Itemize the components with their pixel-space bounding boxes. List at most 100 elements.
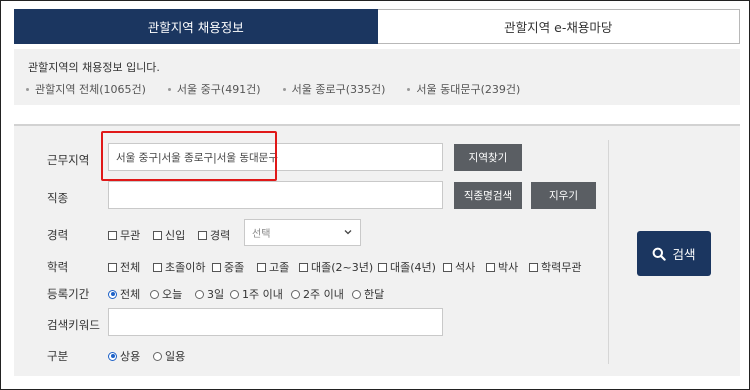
region-label: 근무지역 bbox=[47, 153, 90, 167]
bullet-icon bbox=[167, 87, 171, 91]
career-label: 경력 bbox=[47, 228, 69, 242]
find-region-button[interactable]: 지역찾기 bbox=[454, 144, 522, 171]
option-label: 1주 이내 bbox=[242, 288, 283, 301]
stat-jung-gu[interactable]: 서울 중구(491건) bbox=[167, 81, 261, 97]
option-label: 석사 bbox=[455, 261, 476, 274]
education-option-none[interactable]: 학력무관 bbox=[529, 259, 581, 275]
chevron-down-icon bbox=[344, 230, 352, 235]
job-search-button[interactable]: 직종명검색 bbox=[454, 182, 522, 209]
option-label: 경력 bbox=[210, 229, 231, 242]
keyword-input[interactable] bbox=[108, 308, 443, 336]
stat-label: 서울 동대문구(239건) bbox=[416, 83, 521, 96]
radio-icon bbox=[291, 289, 300, 299]
radio-selected-icon bbox=[108, 351, 117, 361]
option-label: 일용 bbox=[165, 350, 186, 363]
option-label: 중졸 bbox=[224, 261, 245, 274]
radio-icon bbox=[230, 289, 239, 299]
checkbox-icon bbox=[378, 262, 387, 272]
education-option-master[interactable]: 석사 bbox=[443, 259, 475, 275]
checkbox-icon bbox=[299, 262, 308, 272]
education-option-college[interactable]: 대졸(2~3년) bbox=[299, 259, 373, 275]
option-label: 대졸(4년) bbox=[390, 261, 436, 274]
career-option-experienced[interactable]: 경력 bbox=[198, 227, 230, 243]
education-option-doctor[interactable]: 박사 bbox=[486, 259, 518, 275]
checkbox-icon bbox=[212, 262, 221, 272]
tab-bar: 관할지역 채용정보 관할지역 e-채용마당 bbox=[14, 9, 740, 44]
checkbox-icon bbox=[198, 230, 207, 240]
type-option-regular[interactable]: 상용 bbox=[108, 348, 140, 364]
stat-label: 관할지역 전체(1065건) bbox=[35, 83, 146, 96]
period-option-today[interactable]: 오늘 bbox=[150, 286, 182, 302]
option-label: 학력무관 bbox=[541, 261, 582, 274]
checkbox-icon bbox=[108, 230, 117, 240]
search-button[interactable]: 검색 bbox=[637, 231, 711, 276]
page-frame: 관할지역 채용정보 관할지역 e-채용마당 관할지역의 채용정보 입니다. 관할… bbox=[0, 0, 750, 390]
checkbox-icon bbox=[153, 262, 162, 272]
select-value: 선택 bbox=[252, 229, 271, 240]
career-select[interactable]: 선택 bbox=[244, 219, 361, 246]
stat-label: 서울 종로구(335건) bbox=[291, 83, 386, 96]
option-label: 상용 bbox=[120, 350, 141, 363]
checkbox-icon bbox=[486, 262, 495, 272]
option-label: 박사 bbox=[498, 261, 519, 274]
bullet-icon bbox=[282, 87, 286, 91]
radio-selected-icon bbox=[108, 289, 117, 299]
education-option-middle[interactable]: 중졸 bbox=[212, 259, 244, 275]
search-button-label: 검색 bbox=[672, 247, 696, 262]
checkbox-icon bbox=[108, 262, 117, 272]
keyword-label: 검색키워드 bbox=[47, 318, 100, 332]
info-stats: 관할지역 전체(1065건) 서울 중구(491건) 서울 종로구(335건) … bbox=[26, 81, 542, 97]
job-label: 직종 bbox=[47, 191, 69, 205]
period-option-1week[interactable]: 1주 이내 bbox=[230, 286, 283, 302]
period-option-all[interactable]: 전체 bbox=[108, 286, 140, 302]
education-option-high[interactable]: 고졸 bbox=[257, 259, 289, 275]
period-option-3days[interactable]: 3일 bbox=[195, 286, 224, 302]
stat-jongno-gu[interactable]: 서울 종로구(335건) bbox=[282, 81, 386, 97]
option-label: 무관 bbox=[120, 229, 141, 242]
option-label: 전체 bbox=[120, 288, 141, 301]
tab-region-jobs[interactable]: 관할지역 채용정보 bbox=[14, 9, 378, 44]
checkbox-icon bbox=[443, 262, 452, 272]
type-option-daily[interactable]: 일용 bbox=[153, 348, 185, 364]
checkbox-icon bbox=[529, 262, 538, 272]
vertical-divider bbox=[608, 140, 609, 364]
period-option-month[interactable]: 한달 bbox=[352, 286, 384, 302]
option-label: 한달 bbox=[364, 288, 385, 301]
option-label: 초졸이하 bbox=[165, 261, 206, 274]
type-label: 구분 bbox=[47, 349, 69, 363]
option-label: 전체 bbox=[120, 261, 141, 274]
stat-dongdaemun-gu[interactable]: 서울 동대문구(239건) bbox=[407, 81, 520, 97]
radio-icon bbox=[352, 289, 361, 299]
education-label: 학력 bbox=[47, 260, 69, 274]
option-label: 오늘 bbox=[162, 288, 183, 301]
job-input[interactable] bbox=[108, 181, 443, 209]
stat-label: 서울 중구(491건) bbox=[176, 83, 261, 96]
radio-icon bbox=[153, 351, 162, 361]
education-option-all[interactable]: 전체 bbox=[108, 259, 140, 275]
career-option-new[interactable]: 신입 bbox=[153, 227, 185, 243]
bullet-icon bbox=[26, 87, 29, 91]
option-label: 대졸(2~3년) bbox=[311, 261, 374, 274]
career-option-any[interactable]: 무관 bbox=[108, 227, 140, 243]
checkbox-icon bbox=[153, 230, 162, 240]
radio-icon bbox=[195, 289, 204, 299]
option-label: 2주 이내 bbox=[303, 288, 344, 301]
tab-region-e-jobs[interactable]: 관할지역 e-채용마당 bbox=[377, 9, 740, 44]
option-label: 고졸 bbox=[269, 261, 290, 274]
period-option-2weeks[interactable]: 2주 이내 bbox=[291, 286, 344, 302]
clear-button[interactable]: 지우기 bbox=[531, 182, 596, 209]
bullet-icon bbox=[407, 87, 411, 91]
education-option-university[interactable]: 대졸(4년) bbox=[378, 259, 436, 275]
search-icon bbox=[653, 247, 667, 261]
info-title: 관할지역의 채용정보 입니다. bbox=[28, 61, 160, 74]
period-label: 등록기간 bbox=[47, 287, 90, 301]
checkbox-icon bbox=[257, 262, 266, 272]
region-input[interactable]: 서울 중구|서울 종로구|서울 동대문구 bbox=[108, 143, 443, 171]
education-option-elementary[interactable]: 초졸이하 bbox=[153, 259, 205, 275]
radio-icon bbox=[150, 289, 159, 299]
info-panel: 관할지역의 채용정보 입니다. 관할지역 전체(1065건) 서울 중구(491… bbox=[14, 49, 740, 105]
option-label: 신입 bbox=[165, 229, 186, 242]
search-form: 근무지역 서울 중구|서울 종로구|서울 동대문구 지역찾기 직종 직종명검색 … bbox=[14, 124, 740, 376]
stat-all[interactable]: 관할지역 전체(1065건) bbox=[26, 81, 146, 97]
option-label: 3일 bbox=[207, 288, 225, 301]
